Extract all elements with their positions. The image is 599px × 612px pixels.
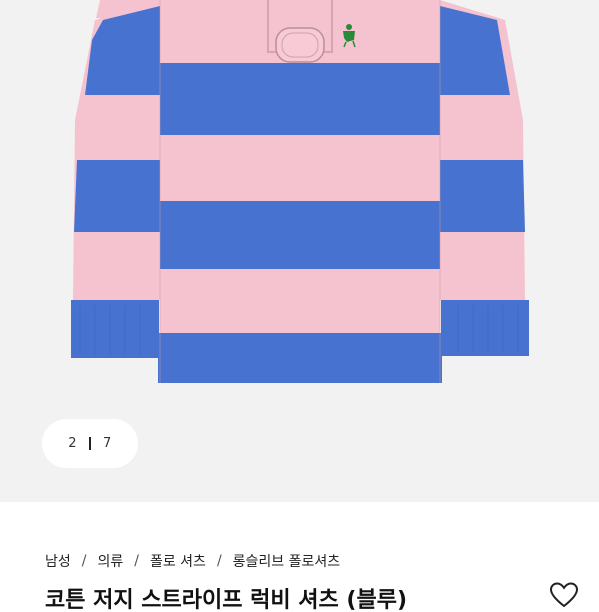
- total-pages: 7: [103, 436, 112, 451]
- page-separator: [89, 437, 91, 450]
- breadcrumb-separator: /: [216, 553, 222, 569]
- current-page: 2: [68, 436, 77, 451]
- breadcrumb-separator: /: [81, 553, 87, 569]
- product-image-gallery[interactable]: 2 7: [0, 0, 599, 502]
- shirt-right-sleeve: [440, 0, 529, 356]
- heart-outline-icon: [549, 582, 579, 608]
- product-title: 코튼 저지 스트라이프 럭비 셔츠 (블루): [45, 588, 408, 612]
- shirt-left-sleeve: [71, 0, 160, 358]
- breadcrumb-item[interactable]: 롱슬리브 폴로셔츠: [233, 551, 341, 571]
- breadcrumb-separator: /: [134, 553, 139, 569]
- image-page-indicator: 2 7: [42, 419, 138, 468]
- breadcrumb-item[interactable]: 의류: [97, 551, 123, 571]
- breadcrumb-item[interactable]: 남성: [45, 551, 71, 571]
- breadcrumb: 남성 / 의류 / 폴로 셔츠 / 롱슬리브 폴로셔츠: [45, 551, 340, 571]
- favorite-button[interactable]: [549, 582, 579, 608]
- breadcrumb-item[interactable]: 폴로 셔츠: [150, 551, 206, 571]
